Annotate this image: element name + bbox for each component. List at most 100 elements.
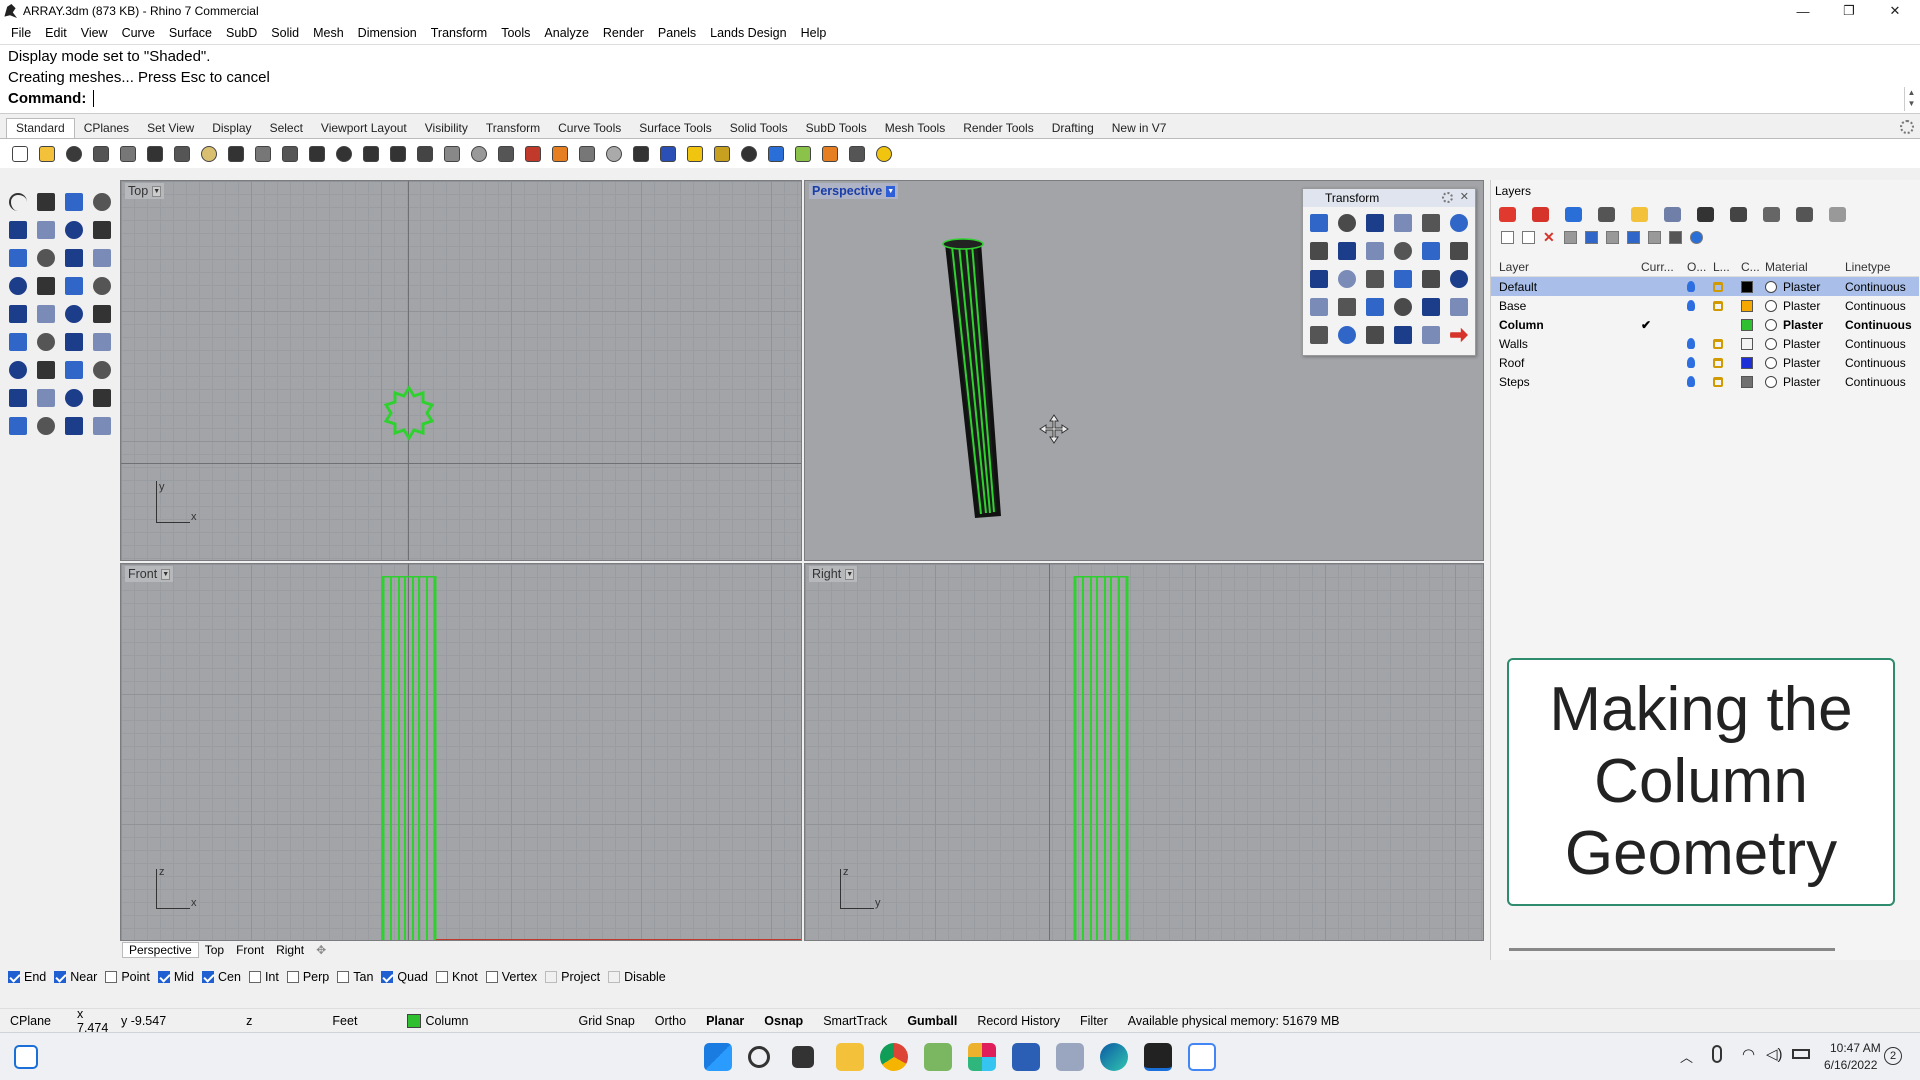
layer-linetype[interactable]: Continuous — [1845, 337, 1906, 351]
text-icon[interactable] — [4, 356, 32, 384]
chat-app-icon[interactable] — [1012, 1043, 1040, 1071]
viewport-front-label[interactable]: Front ▼ — [125, 566, 174, 582]
tab-standard[interactable]: Standard — [6, 118, 75, 138]
edge-icon[interactable] — [1100, 1043, 1128, 1071]
ellipse-icon[interactable] — [32, 216, 60, 244]
grid-icon[interactable] — [413, 142, 437, 166]
menu-mesh[interactable]: Mesh — [306, 26, 351, 40]
trim-icon[interactable] — [60, 328, 88, 356]
split-icon[interactable] — [88, 328, 116, 356]
bend-icon[interactable] — [32, 300, 60, 328]
lock-icon[interactable] — [1713, 357, 1723, 368]
osnap-checkbox[interactable] — [54, 971, 67, 983]
command-scrollbar[interactable]: ▲ ▼ — [1904, 87, 1918, 111]
lock-icon[interactable] — [1713, 338, 1723, 349]
texture-icon[interactable] — [872, 142, 896, 166]
rotate-icon[interactable] — [1361, 209, 1389, 237]
shaded-icon[interactable] — [575, 142, 599, 166]
layer-linetype[interactable]: Continuous — [1845, 318, 1912, 332]
rhino-taskbar-icon[interactable] — [1144, 1043, 1172, 1071]
boolean-icon[interactable] — [4, 328, 32, 356]
layer-material[interactable]: Plaster — [1765, 299, 1820, 313]
lightbulb-icon[interactable] — [1687, 376, 1695, 387]
units-label[interactable]: Feet — [322, 1009, 367, 1033]
osnap-point[interactable]: Point — [105, 970, 150, 984]
properties-panel-icon[interactable] — [1499, 206, 1516, 222]
move-left-icon[interactable] — [1606, 230, 1619, 244]
transform-toolbar-header[interactable]: Transform ✕ — [1303, 189, 1475, 207]
unroll-icon[interactable] — [1389, 293, 1417, 321]
dimension-icon[interactable] — [710, 142, 734, 166]
lightbulb-icon[interactable] — [1687, 357, 1695, 368]
new-file-icon[interactable] — [8, 142, 32, 166]
osnap-mid[interactable]: Mid — [157, 970, 194, 984]
print-icon[interactable] — [89, 142, 113, 166]
help-icon[interactable] — [764, 142, 788, 166]
flow-icon[interactable] — [60, 300, 88, 328]
menu-view[interactable]: View — [74, 26, 115, 40]
osnap-checkbox[interactable] — [545, 971, 558, 983]
zoom-extents-icon[interactable] — [332, 142, 356, 166]
layer-linetype[interactable]: Continuous — [1845, 299, 1906, 313]
freeform-icon[interactable] — [32, 244, 60, 272]
menu-dimension[interactable]: Dimension — [351, 26, 424, 40]
rectangle-icon[interactable] — [88, 216, 116, 244]
lightbulb-icon[interactable] — [1687, 300, 1695, 311]
layer-color-swatch[interactable] — [1741, 280, 1753, 293]
layer-material[interactable]: Plaster — [1765, 356, 1820, 370]
layer-material[interactable]: Plaster — [1765, 318, 1823, 332]
grid-array-icon[interactable] — [60, 384, 88, 412]
dimension-icon[interactable] — [32, 356, 60, 384]
orient-icon[interactable] — [1445, 209, 1473, 237]
toggle-filter[interactable]: Filter — [1070, 1009, 1118, 1033]
osnap-checkbox[interactable] — [248, 971, 261, 983]
lock-icon[interactable] — [494, 142, 518, 166]
menu-file[interactable]: File — [4, 26, 38, 40]
toggle-gumball[interactable]: Gumball — [897, 1009, 967, 1033]
osnap-near[interactable]: Near — [54, 970, 97, 984]
tab-cplanes[interactable]: CPlanes — [75, 119, 138, 138]
column-header-material[interactable]: Material — [1765, 260, 1808, 274]
filter-icon[interactable] — [1627, 230, 1640, 244]
lock-icon[interactable] — [1713, 376, 1723, 387]
tab-drafting[interactable]: Drafting — [1043, 119, 1103, 138]
osnap-checkbox[interactable] — [286, 971, 299, 983]
lock-icon[interactable] — [1713, 300, 1723, 311]
file-explorer-icon[interactable] — [836, 1043, 864, 1071]
toggle-smarttrack[interactable]: SmartTrack — [813, 1009, 897, 1033]
column-header-color[interactable]: C... — [1741, 260, 1760, 274]
osnap-icon[interactable] — [791, 142, 815, 166]
gear-icon[interactable] — [1900, 120, 1914, 134]
move-down-icon[interactable] — [1585, 230, 1598, 244]
smash-icon[interactable] — [1333, 293, 1361, 321]
wireframe-icon[interactable] — [656, 142, 680, 166]
osnap-checkbox[interactable] — [436, 971, 448, 983]
delete-icon[interactable]: ✕ — [1543, 230, 1556, 244]
properties-icon[interactable] — [683, 142, 707, 166]
osnap-perp[interactable]: Perp — [286, 970, 329, 984]
layer-row-column[interactable]: Column ✔ Plaster Continuous — [1491, 315, 1919, 334]
menu-analyze[interactable]: Analyze — [537, 26, 595, 40]
undo-icon[interactable] — [224, 142, 248, 166]
microphone-icon[interactable] — [1712, 1045, 1722, 1063]
tab-display[interactable]: Display — [203, 119, 260, 138]
point-icon[interactable] — [32, 188, 60, 216]
current-layer-check[interactable]: ✔ — [1641, 318, 1651, 332]
lock-icon[interactable] — [1713, 281, 1723, 292]
tab-viewport-layout[interactable]: Viewport Layout — [312, 119, 416, 138]
box-icon[interactable] — [4, 272, 32, 300]
taper-icon[interactable] — [1389, 237, 1417, 265]
rendered-icon[interactable] — [548, 142, 572, 166]
menu-curve[interactable]: Curve — [115, 26, 162, 40]
named-views-panel-icon[interactable] — [1664, 206, 1681, 222]
toggle-ortho[interactable]: Ortho — [645, 1009, 696, 1033]
paste-icon[interactable] — [197, 142, 221, 166]
osnap-checkbox[interactable] — [381, 971, 394, 983]
project-icon[interactable] — [1305, 293, 1333, 321]
layer-row-walls[interactable]: Walls Plaster Continuous — [1491, 334, 1919, 353]
toggle-planar[interactable]: Planar — [696, 1009, 754, 1033]
osnap-tan[interactable]: Tan — [337, 970, 373, 984]
toggle-grid-snap[interactable]: Grid Snap — [569, 1009, 645, 1033]
zoom-window-icon[interactable] — [305, 142, 329, 166]
tab-right[interactable]: Right — [270, 943, 310, 957]
